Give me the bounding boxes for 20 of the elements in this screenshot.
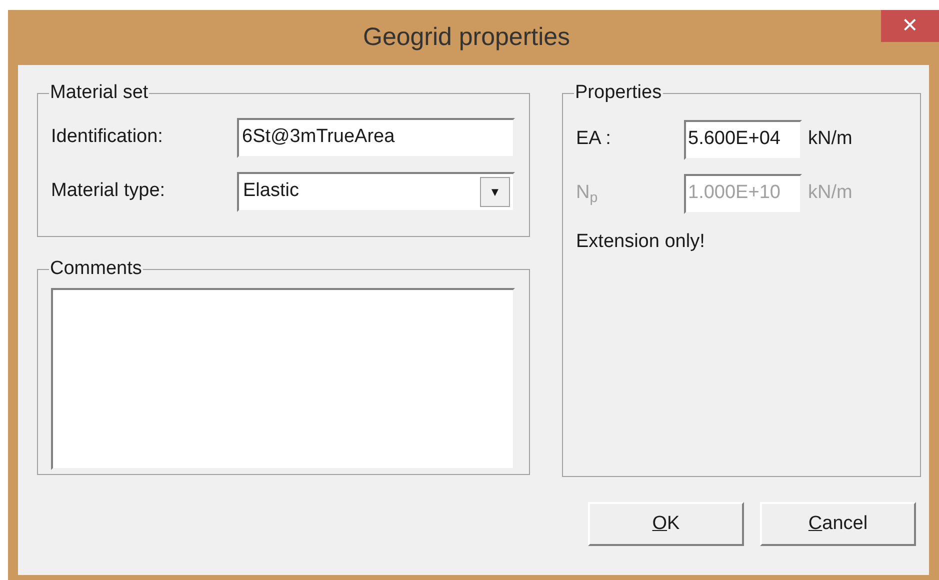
group-title: Properties [574,81,663,105]
dropdown-button[interactable]: ▼ [480,176,510,206]
property-label: N$_{p}$ [576,181,599,208]
dialog-button[interactable]: Cancel [760,502,916,546]
dialog-button[interactable]: OK [588,502,744,546]
comments-field[interactable] [51,288,515,470]
material-type-dropdown[interactable]: Elastic ▼ [237,172,515,212]
field-label: Material type: [51,179,166,204]
property-label: EA : [576,127,612,152]
group-title: Comments [49,257,143,281]
unit-label: kN/m [808,181,852,206]
property-field[interactable]: 5.600E+04 [684,120,802,160]
extension-note: Extension only! [576,230,705,254]
unit-label: kN/m [808,127,852,152]
window-title: Geogrid properties [363,22,570,53]
close-button[interactable]: ✕ [881,10,939,42]
group-title: Material set [49,81,150,105]
field-label: Identification: [51,125,164,150]
property-field: 1.000E+10 [684,174,802,214]
identification-field[interactable]: 6St@3mTrueArea [237,118,515,158]
